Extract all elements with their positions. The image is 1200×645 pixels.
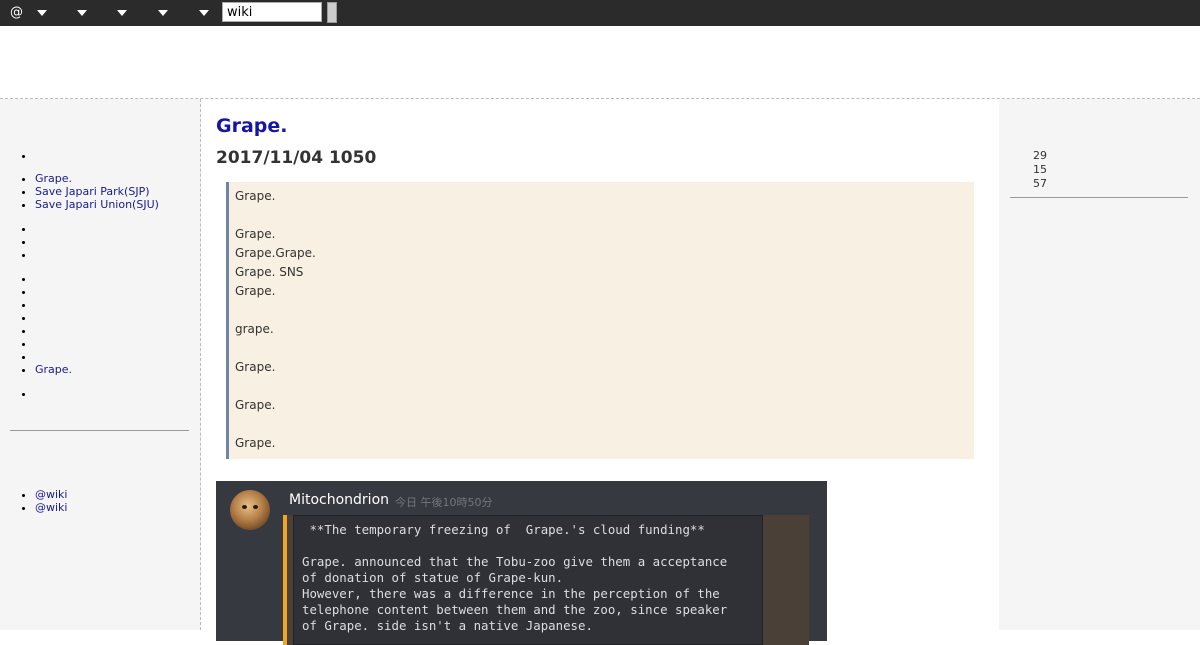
counter-total: 29: [1033, 149, 1047, 162]
sidebar-item: @wiki: [35, 488, 67, 501]
chevron-down-icon[interactable]: [37, 10, 47, 16]
site-banner: [0, 26, 1200, 99]
avatar-eye: [253, 505, 258, 509]
right-sidebar: 29 15 57: [999, 99, 1200, 630]
counter-yesterday: 57: [1033, 177, 1047, 190]
left-sidebar: Grape. Save Japari Park(SJP) Save Japari…: [0, 99, 201, 630]
quote-line: Grape.: [235, 284, 276, 298]
quote-line: grape.: [235, 322, 274, 336]
sidebar-link-sjp[interactable]: Save Japari Park(SJP): [35, 185, 150, 198]
sidebar-menu: [0, 222, 35, 261]
code-line: **The temporary freezing of Grape.'s clo…: [302, 522, 705, 537]
quote-line: Grape.: [235, 436, 276, 450]
quote-line: [235, 377, 968, 396]
quote-line: [235, 339, 968, 358]
list-item: [35, 337, 72, 350]
code-block: **The temporary freezing of Grape.'s clo…: [293, 515, 763, 645]
quote-line: Grape.Grape.: [235, 246, 316, 260]
chevron-down-icon[interactable]: [117, 10, 127, 16]
blockquote: Grape. Grape. Grape.Grape. Grape. SNS Gr…: [226, 182, 974, 459]
quote-line: Grape.: [235, 189, 276, 203]
sidebar-link-sju[interactable]: Save Japari Union(SJU): [35, 198, 159, 211]
quote-line: Grape.: [235, 360, 276, 374]
message-author: Mitochondrion: [289, 492, 390, 508]
sidebar-link-atwiki[interactable]: @wiki: [35, 488, 67, 501]
atwiki-menu[interactable]: @: [10, 5, 23, 20]
sidebar-divider: [10, 430, 189, 431]
list-item: [35, 324, 72, 337]
sidebar-link-grape[interactable]: Grape.: [35, 172, 72, 185]
code-line: telephone content between them and the z…: [302, 602, 728, 617]
quote-line: [235, 301, 968, 320]
code-line: Grape. announced that the Tobu-zoo give …: [302, 554, 728, 569]
sidebar-link-atwiki-2[interactable]: @wiki: [35, 501, 67, 514]
message-embed: **The temporary freezing of Grape.'s clo…: [283, 515, 809, 645]
quote-line: [235, 206, 968, 225]
sidebar-link-grape-2[interactable]: Grape.: [35, 363, 72, 376]
main-content: Grape. 2017/11/04 1050 Grape. Grape. Gra…: [201, 99, 998, 645]
avatar: [230, 490, 270, 530]
chevron-down-icon[interactable]: [199, 10, 209, 16]
sidebar-menu: [0, 149, 35, 162]
avatar-eye: [242, 505, 247, 509]
sidebar-menu: @wiki @wiki: [0, 488, 67, 514]
list-item: [35, 298, 72, 311]
sidebar-menu: [0, 387, 35, 400]
discord-screenshot: Mitochondrion 今日 午後10時50分 **The temporar…: [216, 481, 827, 645]
sidebar-divider: [1010, 197, 1188, 198]
list-item: [35, 311, 72, 324]
sidebar-item: @wiki: [35, 501, 67, 514]
search-button[interactable]: [327, 2, 337, 23]
top-toolbar: @: [0, 0, 1200, 26]
code-line: of Grape. side isn't a native Japanese.: [302, 618, 593, 633]
list-item: [35, 285, 72, 298]
quote-line: [235, 415, 968, 434]
sidebar-item: Save Japari Park(SJP): [35, 185, 159, 198]
list-item: [35, 272, 72, 285]
chevron-down-icon[interactable]: [158, 10, 168, 16]
page-date: 2017/11/04 1050: [216, 148, 377, 168]
sidebar-menu: Grape. Save Japari Park(SJP) Save Japari…: [0, 172, 159, 211]
chevron-down-icon[interactable]: [77, 10, 87, 16]
code-line: of donation of statue of Grape-kun.: [302, 570, 564, 585]
quote-line: Grape. SNS: [235, 265, 304, 279]
sidebar-item: Save Japari Union(SJU): [35, 198, 159, 211]
search-input[interactable]: [222, 2, 322, 22]
sidebar-menu: Grape.: [0, 272, 72, 376]
sidebar-item: Grape.: [35, 363, 72, 376]
quote-line: Grape.: [235, 398, 276, 412]
code-line: However, there was a difference in the p…: [302, 586, 720, 601]
quote-line: Grape.: [235, 227, 276, 241]
list-item: [35, 350, 72, 363]
page-title[interactable]: Grape.: [216, 115, 288, 137]
message-timestamp: 今日 午後10時50分: [395, 496, 493, 509]
counter-today: 15: [1033, 163, 1047, 176]
sidebar-item: Grape.: [35, 172, 159, 185]
